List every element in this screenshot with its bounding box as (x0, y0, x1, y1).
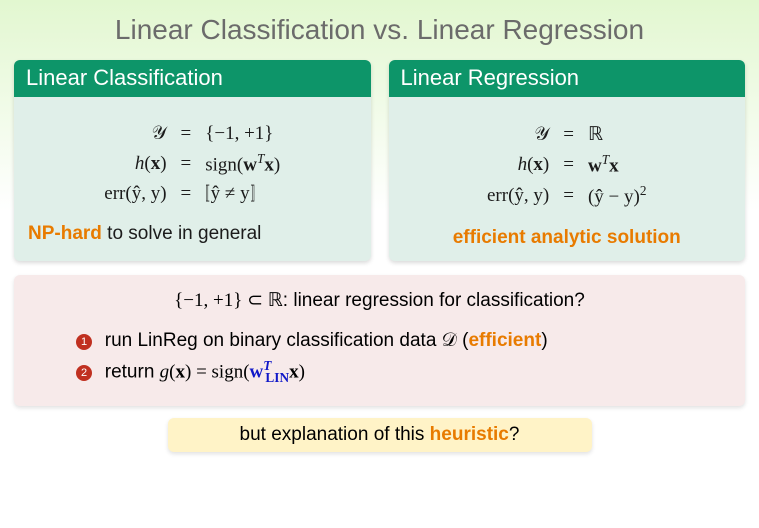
bullet-2: 2 (76, 365, 92, 381)
step-2: 2 return g(x) = sign(wTLINx) (76, 358, 723, 386)
eq-y-lhs: 𝒴 (487, 123, 549, 146)
eq-sign: = (559, 152, 578, 177)
panel-classification: Linear Classification 𝒴 = {−1, +1} h(x) … (14, 60, 371, 261)
eq-sign: = (559, 123, 578, 146)
eq-sign: = (177, 182, 196, 205)
eq-sign: = (559, 183, 578, 208)
classification-equations: 𝒴 = {−1, +1} h(x) = sign(wTx) (94, 117, 290, 211)
eq-sign: = (177, 123, 196, 145)
eq-err-lhs: err(ŷ, y) (487, 183, 549, 208)
step-1: 1 run LinReg on binary classification da… (76, 330, 723, 352)
idea-lead: {−1, +1} ⊂ ℝ: linear regression for clas… (36, 289, 723, 312)
eq-err-lhs: err(ŷ, y) (104, 182, 166, 205)
eq-h-rhs: wTx (588, 152, 647, 177)
classification-note: NP-hard to solve in general (28, 223, 357, 245)
panel-classification-header: Linear Classification (14, 60, 371, 97)
slide-title: Linear Classification vs. Linear Regress… (14, 14, 745, 46)
panel-regression-header: Linear Regression (389, 60, 746, 97)
slide: Linear Classification vs. Linear Regress… (0, 0, 759, 528)
eq-err-rhs: (ŷ − y)2 (588, 183, 647, 208)
question-box: but explanation of this heuristic? (168, 418, 592, 452)
eq-h-rhs: sign(wTx) (205, 151, 280, 176)
panel-regression: Linear Regression 𝒴 = ℝ h(x) = wTx (389, 60, 746, 261)
bullet-1: 1 (76, 334, 92, 350)
eq-h-lhs: h(x) (487, 152, 549, 177)
panel-classification-body: 𝒴 = {−1, +1} h(x) = sign(wTx) (14, 97, 371, 257)
regression-note: efficient analytic solution (403, 227, 732, 249)
eq-y-rhs: {−1, +1} (205, 123, 280, 145)
regression-equations: 𝒴 = ℝ h(x) = wTx (477, 117, 657, 215)
eq-h-lhs: h(x) (104, 151, 166, 176)
eq-sign: = (177, 151, 196, 176)
two-column-row: Linear Classification 𝒴 = {−1, +1} h(x) … (14, 60, 745, 261)
eq-y-rhs: ℝ (588, 123, 647, 146)
eq-y-lhs: 𝒴 (104, 123, 166, 145)
idea-box: {−1, +1} ⊂ ℝ: linear regression for clas… (14, 275, 745, 406)
panel-regression-body: 𝒴 = ℝ h(x) = wTx (389, 97, 746, 261)
eq-err-rhs: ⟦ŷ ≠ y⟧ (205, 182, 280, 205)
